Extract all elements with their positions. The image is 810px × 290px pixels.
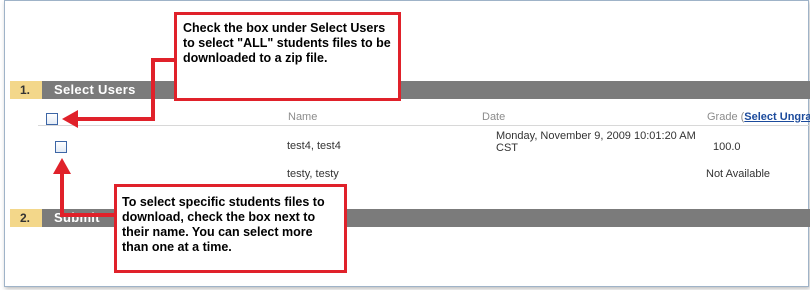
arrow-to-row-checkbox xyxy=(53,158,114,217)
callout-select-all: Check the box under Select Users to sele… xyxy=(174,12,401,101)
callout-select-specific: To select specific students files to dow… xyxy=(114,184,347,273)
arrow-to-select-all xyxy=(62,58,174,128)
